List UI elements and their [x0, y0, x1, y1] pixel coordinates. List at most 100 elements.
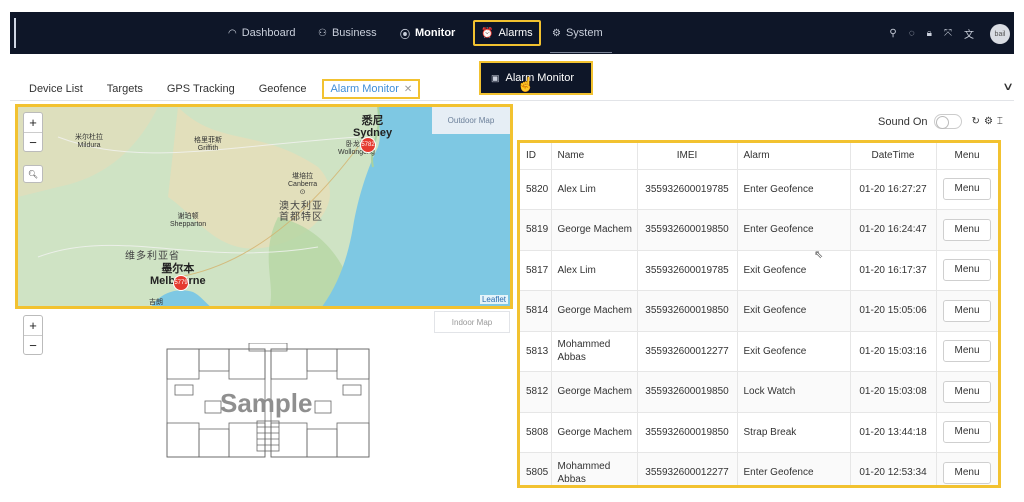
tab-alarm-monitor[interactable]: Alarm Monitor ✕ [322, 79, 421, 99]
tab-device-list[interactable]: Device List [29, 83, 83, 95]
cell-imei: 355932600019850 [637, 290, 738, 332]
nav-monitor[interactable]: ⦿ Monitor [400, 12, 455, 54]
row-menu-button[interactable]: Menu [943, 340, 991, 363]
search-icon[interactable]: ⚲ [889, 28, 896, 39]
table-row[interactable]: 5820 Alex Lim 355932600019785 Enter Geofenc… [520, 169, 998, 210]
nav-system[interactable]: ⚙ System [552, 12, 603, 54]
cell-name: George Machem [551, 290, 638, 332]
cell-name: George Machem [551, 412, 638, 453]
cell-menu: Menu [936, 412, 998, 453]
translate-icon[interactable]: 文 [964, 26, 974, 41]
tab-targets[interactable]: Targets [107, 83, 143, 95]
nav-system-label: System [565, 27, 603, 39]
header-tools: ⚲ ◌ 🔒︎ ⤧ 文 [889, 12, 974, 54]
cell-alarm: Enter Geofence [737, 169, 851, 210]
table-row[interactable]: 5814 George Machem 355932600019850 Exit Geo… [520, 290, 998, 332]
column-header-imei[interactable]: IMEI [637, 143, 738, 170]
table-row[interactable]: 5813 Mohammed Abbas 355932600012277 Exit Ge… [520, 331, 998, 372]
nav-business[interactable]: ⚇ Business [318, 12, 377, 54]
cell-id: 5808 [520, 412, 552, 453]
business-icon: ⚇ [318, 27, 327, 39]
location-pin-icon: ⦿ [400, 29, 410, 41]
table-row[interactable]: 5808 George Machem 355932600019850 Strap Br… [520, 412, 998, 453]
map-search-icon[interactable]: 🔍︎ [23, 165, 43, 183]
table-row[interactable]: 5812 George Machem 355932600019850 Lock Wat… [520, 371, 998, 413]
hand-cursor-icon: ☝ [517, 76, 535, 92]
gear-icon: ⚙ [552, 27, 561, 39]
cell-alarm: Exit Geofence [737, 290, 851, 332]
settings-icon[interactable]: ⚙ [984, 116, 997, 127]
outdoor-map-button[interactable]: Outdoor Map [432, 107, 510, 134]
indoor-map-button[interactable]: Indoor Map [434, 311, 510, 333]
map-marker[interactable]: 5782 [360, 137, 376, 153]
map-label: 吉朗 [149, 299, 163, 306]
column-header-name[interactable]: Name [551, 143, 638, 170]
map-label: 悉尼 Sydney [353, 115, 393, 139]
cell-id: 5817 [520, 250, 552, 291]
cell-datetime: 01-20 15:03:16 [850, 331, 937, 372]
fullscreen-icon[interactable]: ⤧ [944, 28, 952, 39]
cell-name: George Machem [551, 371, 638, 413]
map-label: 澳大利亚首都特区 [279, 201, 323, 223]
map-label: 谢珀顿 Shepparton [170, 213, 207, 228]
outdoor-map[interactable]: + − 🔍︎ Outdoor Map 悉尼 Sydney 卧龙岗 Wollongon… [15, 104, 513, 309]
table-row[interactable]: 5817 Alex Lim 355932600019785 Exit Geofence… [520, 250, 998, 291]
cell-alarm: Lock Watch [737, 371, 851, 413]
nav-underline [550, 52, 612, 53]
column-header-datetime[interactable]: DateTime [850, 143, 937, 170]
row-menu-button[interactable]: Menu [943, 259, 991, 282]
cell-id: 5805 [520, 452, 552, 485]
table-row[interactable]: 5805 Mohammed Abbas 355932600012277 Enter G… [520, 452, 998, 485]
message-icon[interactable]: ◌ [909, 28, 915, 39]
zoom-out-button[interactable]: − [24, 132, 42, 151]
cell-alarm: Exit Geofence [737, 250, 851, 291]
cell-datetime: 01-20 15:05:06 [850, 290, 937, 332]
tab-geofence[interactable]: Geofence [259, 83, 307, 95]
map-attribution[interactable]: Leaflet [479, 295, 508, 304]
map-label: 格里菲斯 Griffith [194, 137, 222, 152]
tab-gps-tracking[interactable]: GPS Tracking [167, 83, 235, 95]
cell-menu: Menu [936, 371, 998, 413]
nav-dashboard[interactable]: ◠ Dashboard [228, 12, 296, 54]
refresh-icon[interactable]: ↻ [972, 116, 984, 127]
map-marker[interactable]: 5779 [173, 275, 189, 291]
zoom-in-button[interactable]: + [24, 113, 42, 132]
alarm-monitor-menu-item[interactable]: ▣ Alarm Monitor [479, 61, 593, 95]
indoor-zoom-control: + − [23, 315, 43, 355]
row-menu-button[interactable]: Menu [943, 218, 991, 241]
column-header-id[interactable]: ID [520, 143, 552, 170]
row-menu-button[interactable]: Menu [943, 421, 991, 444]
lock-icon[interactable]: 🔒︎ [927, 28, 932, 39]
table-row[interactable]: 5819 George Machem 355932600019850 Enter Ge… [520, 209, 998, 251]
top-nav-bar: ◠ Dashboard ⚇ Business ⦿ Monitor ⏰ Alarm… [10, 12, 1014, 54]
close-icon[interactable]: ✕ [404, 84, 412, 95]
sound-toggle[interactable] [933, 114, 962, 129]
page-tabs: Device List Targets GPS Tracking Geofenc… [10, 77, 421, 101]
row-menu-button[interactable]: Menu [943, 461, 991, 484]
nav-monitor-label: Monitor [415, 27, 456, 39]
sample-watermark: Sample [220, 388, 313, 418]
nav-alarms-label: Alarms [498, 27, 533, 39]
dashboard-icon: ◠ [228, 27, 237, 39]
cell-menu: Menu [936, 290, 998, 332]
map-label: 维多利亚省 [125, 251, 180, 262]
cell-menu: Menu [936, 452, 998, 485]
chevron-down-icon[interactable]: ∨ [1002, 80, 1014, 93]
cell-name: Mohammed Abbas [551, 331, 638, 372]
row-menu-button[interactable]: Menu [943, 178, 991, 201]
nav-alarms[interactable]: ⏰ Alarms [473, 20, 541, 46]
cell-alarm: Exit Geofence [737, 331, 851, 372]
tab-alarm-monitor-label: Alarm Monitor [330, 83, 399, 95]
nav-dashboard-label: Dashboard [241, 27, 296, 39]
cell-imei: 355932600012277 [637, 452, 738, 485]
sound-label: Sound On [878, 115, 928, 128]
indoor-zoom-in-button[interactable]: + [24, 316, 42, 335]
indoor-zoom-out-button[interactable]: − [24, 335, 42, 354]
cell-id: 5820 [520, 169, 552, 210]
column-height-icon[interactable]: ⌶ [997, 116, 1007, 127]
row-menu-button[interactable]: Menu [943, 299, 991, 322]
avatar[interactable]: bail [990, 24, 1010, 44]
cell-name: George Machem [551, 209, 638, 251]
column-header-alarm[interactable]: Alarm [737, 143, 851, 170]
row-menu-button[interactable]: Menu [943, 380, 991, 403]
